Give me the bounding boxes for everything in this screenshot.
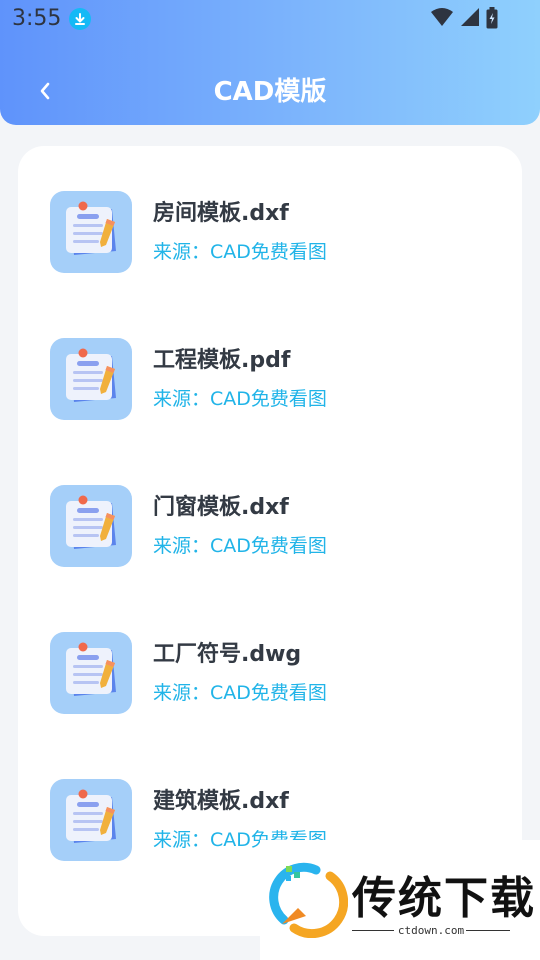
signal-icon [461,8,479,26]
file-thumbnail [50,632,132,714]
watermark: 传统下载 ctdown.com [260,840,540,960]
file-name: 门窗模板.dxf [153,495,289,520]
document-pencil-icon [66,495,116,549]
list-item[interactable]: 门窗模板.dxf 来源：CAD免费看图 [50,485,490,567]
file-source: 来源：CAD免费看图 [153,241,327,263]
file-name: 工厂符号.dwg [153,642,302,667]
status-bar: 3:55 [0,0,540,38]
download-icon [69,8,91,30]
document-pencil-icon [66,789,116,843]
file-name: 工程模板.pdf [153,348,291,373]
file-thumbnail [50,485,132,567]
file-source: 来源：CAD免费看图 [153,535,327,557]
brand-logo-icon [269,862,348,938]
file-name: 建筑模板.dxf [153,789,289,814]
brand-text: 传统下载 [352,873,536,924]
file-thumbnail [50,779,132,861]
template-list: 房间模板.dxf 来源：CAD免费看图 工程模板.pdf 来源：CAD免费看图 [18,146,522,936]
list-item[interactable]: 房间模板.dxf 来源：CAD免费看图 [50,191,490,273]
list-item[interactable]: 工程模板.pdf 来源：CAD免费看图 [50,338,490,420]
header: 3:55 CAD模版 [0,0,540,125]
status-time: 3:55 [12,6,62,31]
file-source: 来源：CAD免费看图 [153,682,327,704]
file-name: 房间模板.dxf [153,201,289,226]
brand-domain: ctdown.com [397,924,465,937]
document-pencil-icon [66,348,116,402]
file-thumbnail [50,338,132,420]
document-pencil-icon [66,201,116,255]
file-source: 来源：CAD免费看图 [153,388,327,410]
file-thumbnail [50,191,132,273]
document-pencil-icon [66,642,116,696]
page-title: CAD模版 [213,77,327,107]
battery-icon [486,7,498,29]
list-item[interactable]: 工厂符号.dwg 来源：CAD免费看图 [50,632,490,714]
wifi-icon [431,8,453,26]
